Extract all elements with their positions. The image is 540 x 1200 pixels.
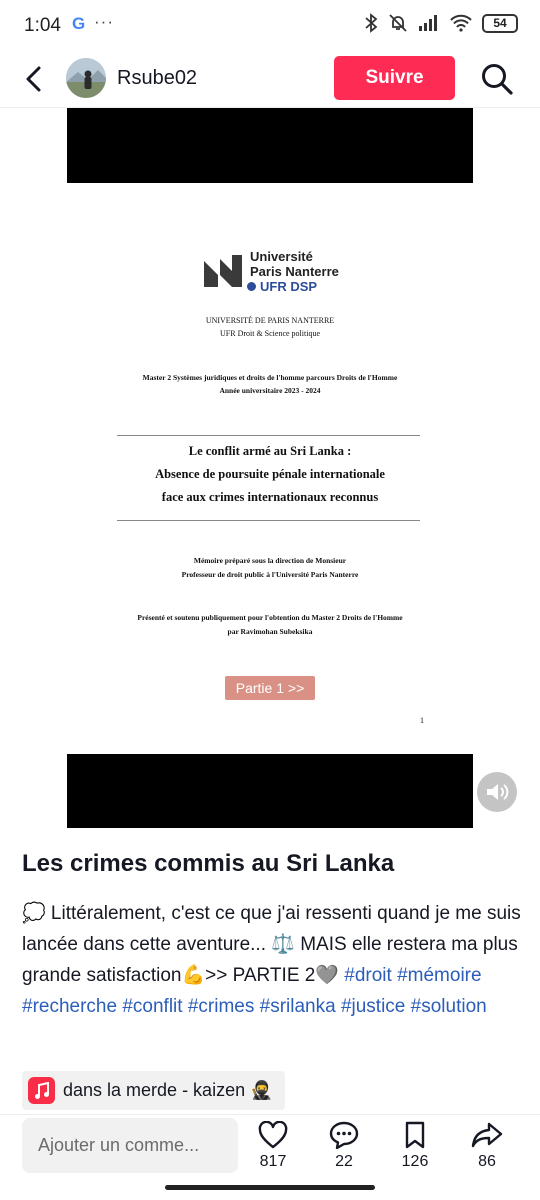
- hashtag[interactable]: #srilanka: [260, 996, 336, 1017]
- divider: [117, 520, 420, 521]
- doc-supervision: Mémoire préparé sous la direction de Mon…: [193, 556, 347, 565]
- home-indicator: [165, 1185, 375, 1190]
- music-title: dans la merde - kaizen 🥷: [63, 1080, 273, 1100]
- share-button[interactable]: 86: [457, 1121, 517, 1171]
- hashtag[interactable]: #recherche: [22, 996, 117, 1017]
- profile-header: Rsube02 Suivre: [0, 50, 540, 108]
- document-page: Université Paris Nanterre UFR DSP UNIVER…: [67, 183, 473, 754]
- battery-icon: 54: [482, 13, 518, 33]
- doc-title-line3: face aux crimes internationaux reconnus: [161, 490, 379, 504]
- partie-1-button[interactable]: Partie 1 >>: [225, 676, 315, 700]
- share-icon: [471, 1122, 503, 1148]
- doc-title-line2: Absence de poursuite pénale internationa…: [155, 467, 385, 481]
- doc-author: par Ravimohan Subeksika: [227, 627, 313, 636]
- follow-button[interactable]: Suivre: [334, 56, 455, 100]
- doc-master: Master 2 Systèmes juridiques et droits d…: [142, 373, 398, 382]
- comment-button[interactable]: 22: [314, 1121, 374, 1171]
- page-number: 1: [420, 716, 424, 725]
- signal-icon: [419, 15, 437, 31]
- google-icon: G: [72, 14, 86, 33]
- avatar[interactable]: [66, 58, 106, 98]
- doc-university: UNIVERSITÉ DE PARIS NANTERRE: [205, 316, 335, 325]
- status-time: 1:04: [24, 15, 61, 36]
- heart-icon: [258, 1121, 288, 1149]
- wifi-icon: [450, 14, 472, 32]
- status-bar: 1:04 G ··· 54: [0, 0, 540, 50]
- comment-count: 22: [335, 1153, 353, 1170]
- save-count: 126: [401, 1153, 429, 1170]
- doc-presented: Présenté et soutenu publiquement pour l'…: [137, 613, 403, 622]
- comment-input[interactable]: [22, 1118, 238, 1173]
- bluetooth-icon: [365, 13, 378, 33]
- bookmark-icon: [405, 1121, 425, 1149]
- music-tag[interactable]: dans la merde - kaizen 🥷: [22, 1071, 285, 1110]
- status-icons: 54: [364, 13, 518, 33]
- post-caption: 💭 Littéralement, c'est ce que j'ai resse…: [22, 898, 522, 1022]
- speaker-icon: [487, 784, 509, 800]
- hashtag[interactable]: #solution: [411, 996, 487, 1017]
- doc-year: Année universitaire 2023 - 2024: [219, 386, 321, 395]
- comment-icon: [329, 1121, 359, 1149]
- doc-professor: Professeur de droit public à l'Universit…: [181, 570, 359, 579]
- share-count: 86: [478, 1153, 496, 1170]
- hashtag[interactable]: #crimes: [188, 996, 255, 1017]
- more-dots-icon: ···: [94, 12, 114, 31]
- chevron-left-icon: [26, 66, 41, 92]
- search-button[interactable]: [480, 62, 514, 96]
- save-button[interactable]: 126: [385, 1121, 445, 1171]
- search-icon: [482, 64, 513, 95]
- divider: [117, 435, 420, 436]
- username[interactable]: Rsube02: [117, 67, 197, 90]
- post-media[interactable]: Université Paris Nanterre UFR DSP UNIVER…: [67, 108, 473, 828]
- volume-button[interactable]: [477, 772, 517, 812]
- back-button[interactable]: [24, 62, 54, 96]
- hashtag[interactable]: #conflit: [122, 996, 182, 1017]
- hashtag[interactable]: #mémoire: [397, 965, 481, 986]
- like-count: 817: [259, 1153, 287, 1170]
- mute-icon: [389, 14, 407, 32]
- hashtag[interactable]: #justice: [341, 996, 405, 1017]
- music-note-icon: [28, 1077, 55, 1104]
- post-title: Les crimes commis au Sri Lanka: [22, 850, 395, 877]
- doc-title-line1: Le conflit armé au Sri Lanka :: [188, 444, 352, 458]
- doc-ufr: UFR Droit & Science politique: [220, 329, 320, 338]
- hashtag[interactable]: #droit: [344, 965, 392, 986]
- like-button[interactable]: 817: [243, 1121, 303, 1171]
- university-logo: Université Paris Nanterre UFR DSP: [202, 249, 352, 297]
